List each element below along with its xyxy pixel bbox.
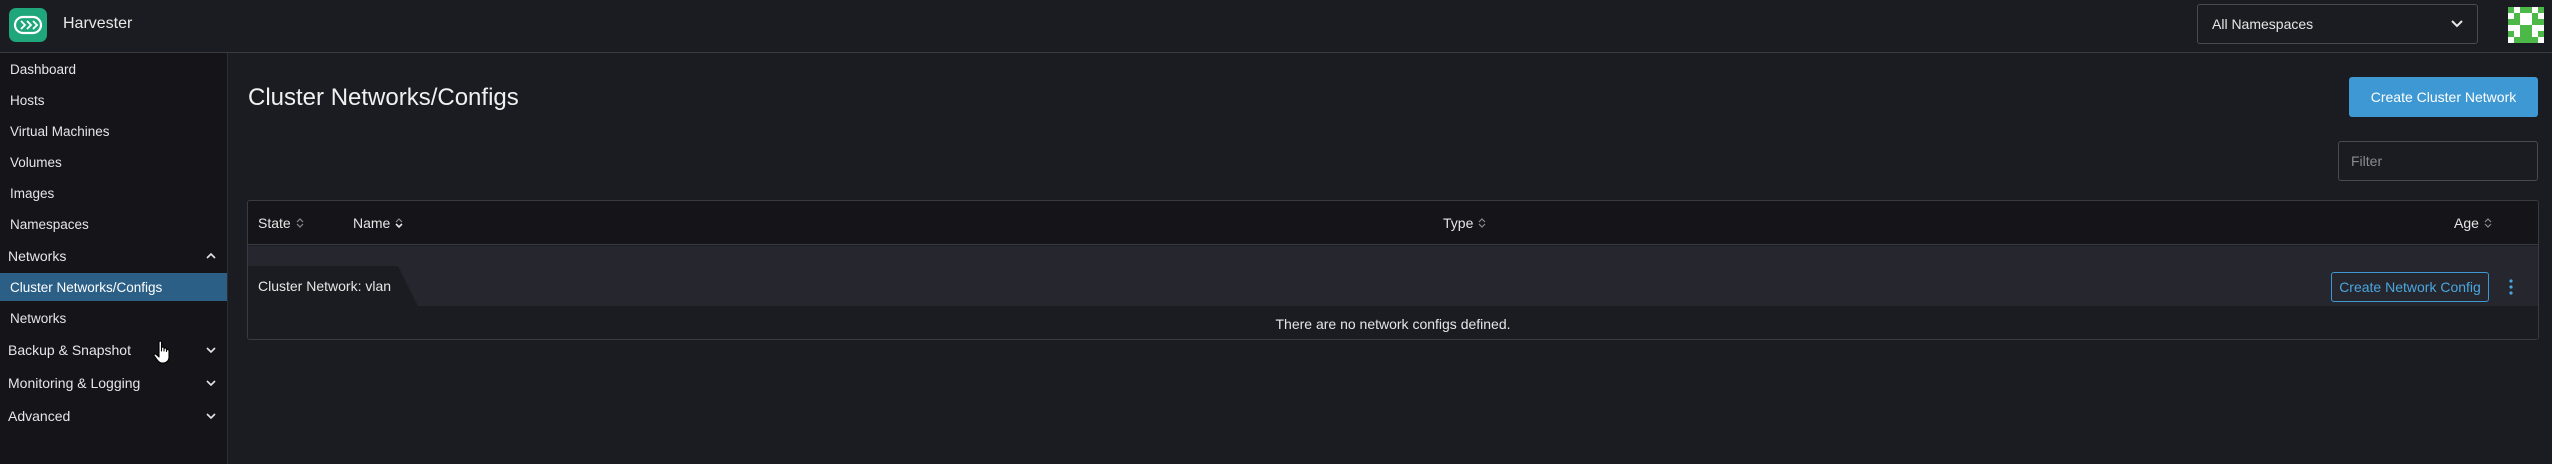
sidebar-item-cluster-networks-configs[interactable]: Cluster Networks/Configs: [0, 273, 227, 301]
sidebar-item-virtual-machines[interactable]: Virtual Machines: [0, 117, 227, 145]
sidebar-item-label: Virtual Machines: [10, 123, 110, 139]
sidebar-item-volumes[interactable]: Volumes: [0, 148, 227, 176]
sidebar-group-monitoring-logging[interactable]: Monitoring & Logging: [0, 369, 227, 397]
app-title: Harvester: [63, 15, 133, 32]
column-header-label: State: [258, 215, 291, 231]
sidebar-item-label: Networks: [10, 310, 67, 326]
avatar[interactable]: [2508, 7, 2544, 43]
sidebar-group-backup-snapshot[interactable]: Backup & Snapshot: [0, 336, 227, 364]
top-header: Harvester All Namespaces: [0, 0, 2552, 53]
sidebar-group-label: Advanced: [8, 408, 71, 424]
column-header-name[interactable]: Name: [353, 215, 403, 231]
sidebar-item-networks[interactable]: Networks: [0, 304, 227, 332]
sort-icon: [2484, 218, 2492, 228]
chevron-up-icon: [205, 250, 217, 262]
sidebar-item-label: Dashboard: [10, 61, 77, 77]
namespace-select-value: All Namespaces: [2212, 16, 2314, 32]
column-header-type[interactable]: Type: [1443, 215, 1486, 231]
sidebar-group-label: Backup & Snapshot: [8, 342, 131, 358]
sidebar-item-label: Volumes: [10, 154, 62, 170]
sidebar-group-networks[interactable]: Networks: [0, 242, 227, 270]
empty-state-text: There are no network configs defined.: [1275, 315, 1511, 332]
column-header-label: Age: [2454, 215, 2479, 231]
chevron-down-icon: [205, 377, 217, 389]
harvester-logo-icon[interactable]: [9, 8, 47, 42]
sidebar: Dashboard Hosts Virtual Machines Volumes…: [0, 53, 228, 464]
sidebar-group-advanced[interactable]: Advanced: [0, 402, 227, 430]
column-header-state[interactable]: State: [258, 215, 304, 231]
chevron-down-icon: [205, 410, 217, 422]
table-group-row: Cluster Network: vlan Create Network Con…: [248, 246, 2538, 306]
cluster-networks-table: State Name Type Age Cluster Network: vla…: [247, 200, 2539, 340]
sidebar-item-hosts[interactable]: Hosts: [0, 86, 227, 114]
sidebar-item-label: Cluster Networks/Configs: [10, 279, 163, 295]
sidebar-item-label: Hosts: [10, 92, 45, 108]
column-header-age[interactable]: Age: [2454, 215, 2492, 231]
create-cluster-network-button[interactable]: Create Cluster Network: [2349, 77, 2538, 117]
table-header: State Name Type Age: [248, 201, 2538, 245]
sort-down-icon: [395, 218, 403, 229]
sidebar-item-namespaces[interactable]: Namespaces: [0, 210, 227, 238]
sidebar-group-label: Monitoring & Logging: [8, 375, 141, 391]
group-label-tab: Cluster Network: vlan: [248, 266, 418, 306]
kebab-menu-icon[interactable]: [2501, 274, 2521, 300]
column-header-label: Type: [1443, 215, 1474, 231]
group-label: Cluster Network: vlan: [258, 278, 392, 294]
empty-state-row: There are no network configs defined.: [248, 306, 2538, 339]
page-title: Cluster Networks/Configs: [248, 84, 519, 111]
column-header-label: Name: [353, 215, 391, 231]
sort-icon: [296, 218, 304, 228]
sidebar-item-images[interactable]: Images: [0, 179, 227, 207]
filter-input[interactable]: [2338, 141, 2538, 181]
sidebar-group-label: Networks: [8, 248, 67, 264]
sidebar-item-dashboard[interactable]: Dashboard: [0, 55, 227, 83]
create-network-config-button[interactable]: Create Network Config: [2331, 272, 2489, 302]
namespace-select[interactable]: All Namespaces: [2197, 4, 2478, 44]
sidebar-item-label: Namespaces: [10, 216, 89, 232]
chevron-down-icon: [2451, 18, 2463, 30]
chevron-down-icon: [205, 344, 217, 356]
sort-icon: [1478, 218, 1486, 228]
sidebar-item-label: Images: [10, 185, 55, 201]
